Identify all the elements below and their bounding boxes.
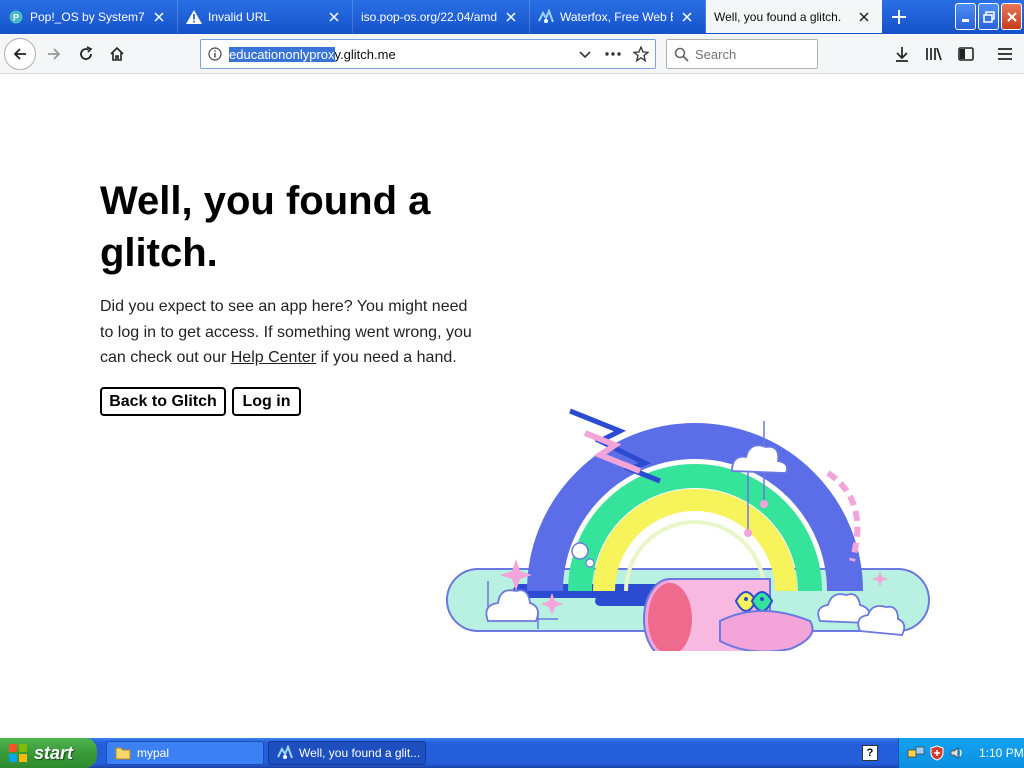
arrow-left-icon [13, 48, 26, 60]
url-text[interactable]: educationonlyproxy.glitch.me [229, 46, 396, 62]
taskbar: start mypal Well, you found a glit... ? … [0, 738, 1024, 768]
tab-strip: P Pop!_OS by System76 Invalid URL iso.po… [0, 0, 1024, 34]
waterfox-icon [538, 8, 554, 25]
nav-toolbar: educationonlyproxy.glitch.me Search [0, 34, 1024, 74]
download-icon [896, 47, 908, 62]
hamburger-menu-icon [998, 48, 1012, 60]
task-mypal[interactable]: mypal [106, 741, 264, 765]
page-actions-icon[interactable] [599, 52, 627, 56]
pop-os-icon: P [8, 9, 24, 25]
reload-button[interactable] [70, 38, 102, 70]
sidebar-icon [958, 47, 974, 61]
window-close-button[interactable] [1001, 3, 1022, 30]
tab-glitch[interactable]: Well, you found a glitch. [706, 0, 882, 33]
close-icon[interactable] [856, 9, 872, 25]
help-icon[interactable]: ? [862, 745, 878, 761]
library-icon [926, 47, 942, 61]
minimize-button[interactable] [955, 3, 976, 30]
minimize-icon [961, 18, 969, 22]
back-button[interactable] [4, 38, 36, 70]
plus-icon [892, 10, 906, 24]
url-selected-text: educationonlyprox [229, 46, 335, 62]
description-text-end: if you need a hand. [316, 349, 457, 366]
menu-button[interactable] [989, 38, 1021, 70]
glitch-illustration [446, 408, 930, 651]
system-tray: 1:10 PM [898, 738, 1024, 768]
windows-logo-icon [9, 744, 27, 762]
start-button[interactable]: start [0, 738, 97, 768]
reload-icon [80, 46, 93, 60]
svg-text:P: P [13, 12, 19, 22]
help-center-link[interactable]: Help Center [231, 349, 316, 366]
home-button[interactable] [101, 38, 133, 70]
search-bar[interactable]: Search [666, 39, 818, 69]
tab-title: Pop!_OS by System76 [30, 9, 145, 24]
downloads-button[interactable] [886, 38, 918, 70]
waterfox-icon [277, 745, 293, 759]
forward-button[interactable] [38, 38, 70, 70]
tab-title: Invalid URL [208, 9, 271, 24]
tab-iso-pop-os[interactable]: iso.pop-os.org/22.04/amd64 [353, 0, 530, 33]
new-tab-button[interactable] [886, 4, 912, 30]
clock[interactable]: 1:10 PM [979, 746, 1024, 760]
arrow-right-icon [48, 48, 61, 60]
close-icon[interactable] [503, 9, 519, 25]
back-to-glitch-button[interactable]: Back to Glitch [100, 387, 226, 416]
warning-icon [186, 9, 202, 25]
task-label: mypal [137, 746, 170, 760]
library-button[interactable] [918, 38, 950, 70]
chevron-down-icon[interactable] [571, 47, 599, 61]
tab-invalid-url[interactable]: Invalid URL [178, 0, 353, 33]
close-icon[interactable] [151, 9, 167, 25]
tab-title: Well, you found a glitch. [714, 9, 842, 24]
folder-icon [115, 747, 131, 760]
tab-title: iso.pop-os.org/22.04/amd64 [361, 9, 497, 24]
close-icon[interactable] [679, 9, 695, 25]
network-icon [907, 746, 925, 758]
tab-title: Waterfox, Free Web Br [560, 9, 673, 24]
page-description: Did you expect to see an app here? You m… [100, 294, 472, 371]
home-icon [110, 46, 124, 61]
url-bar[interactable]: educationonlyproxy.glitch.me [200, 39, 656, 69]
task-label: Well, you found a glit... [299, 746, 421, 760]
login-button[interactable]: Log in [232, 387, 301, 416]
task-browser[interactable]: Well, you found a glit... [268, 741, 426, 765]
volume-icon [950, 747, 962, 759]
search-placeholder: Search [695, 46, 737, 62]
bookmark-star-icon[interactable] [627, 46, 655, 62]
url-rest-text: y.glitch.me [334, 46, 396, 62]
security-shield-icon [930, 745, 944, 761]
sidebar-button[interactable] [950, 38, 982, 70]
page-headline: Well, you found a glitch. [100, 179, 431, 275]
tab-waterfox[interactable]: Waterfox, Free Web Br [530, 0, 706, 33]
tab-pop-os[interactable]: P Pop!_OS by System76 [0, 0, 178, 33]
page-content: Well, you found a glitch. Did you expect… [0, 75, 1024, 738]
restore-button[interactable] [978, 3, 999, 30]
restore-icon [982, 10, 995, 23]
start-label: start [34, 742, 74, 763]
info-icon[interactable] [201, 47, 229, 61]
close-icon [1006, 11, 1017, 22]
close-icon[interactable] [326, 9, 342, 25]
search-icon [667, 47, 695, 62]
